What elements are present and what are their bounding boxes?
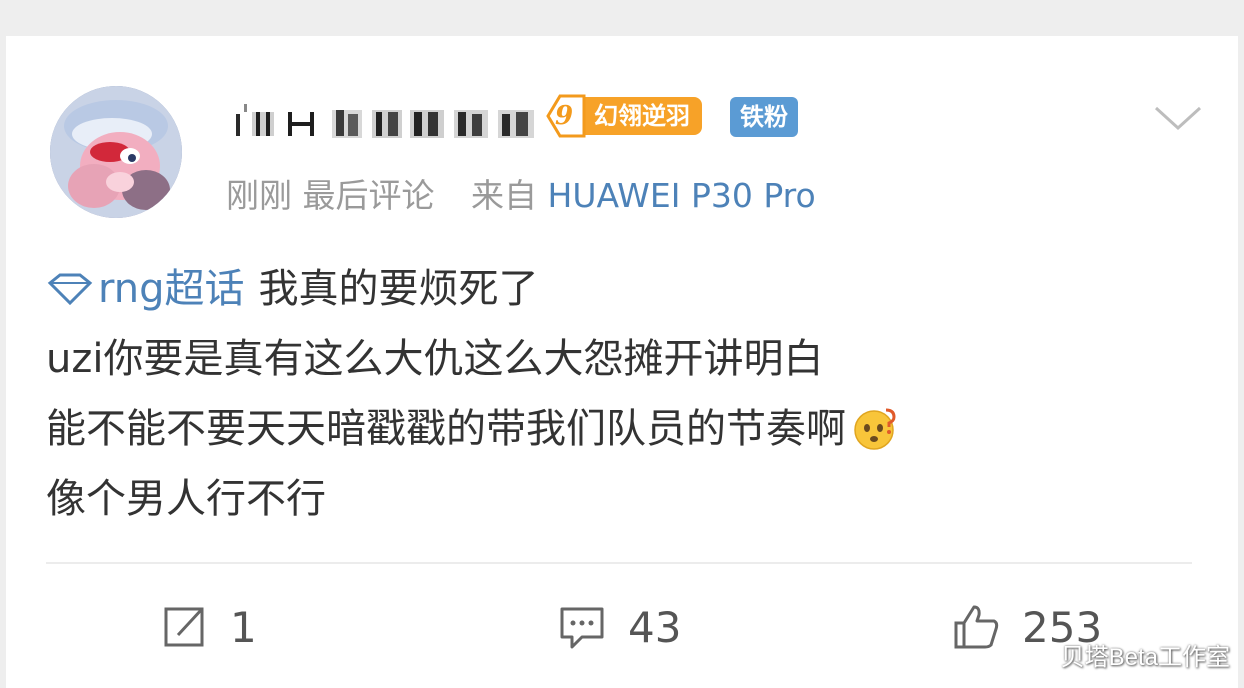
level-badge[interactable]: 9 幻翎逆羽 (544, 94, 702, 138)
content-line: uzi你要是真有这么大仇这么大怨摊开讲明白 (46, 324, 1216, 394)
level-badge-name: 幻翎逆羽 (584, 97, 702, 135)
repost-button[interactable]: 1 (158, 592, 257, 662)
watermark: 贝塔Beta工作室 (1060, 644, 1230, 671)
post-content: rng超话 我真的要烦死了 uzi你要是真有这么大仇这么大怨摊开讲明白 能不能不… (46, 254, 1216, 534)
content-line: 能不能不要天天暗戳戳的带我们队员的节奏啊 (46, 394, 1216, 464)
content-text: 我真的要烦死了 (258, 266, 539, 312)
post-activity: 最后评论 (302, 176, 435, 215)
fan-badge[interactable]: 铁粉 (730, 97, 798, 137)
content-text: uzi你要是真有这么大仇这么大怨摊开讲明白 (46, 336, 824, 382)
source-prefix: 来自 (471, 176, 537, 215)
super-topic-diamond-icon (47, 273, 93, 306)
repost-icon (164, 607, 204, 647)
content-text: 能不能不要天天暗戳戳的带我们队员的节奏啊 (46, 406, 846, 452)
thumbs-up-icon (954, 605, 999, 649)
comment-button[interactable]: 43 (556, 592, 681, 662)
content-line: 像个男人行不行 (46, 464, 1216, 534)
post-time: 刚刚 (226, 176, 292, 215)
username-redacted[interactable] (232, 94, 542, 144)
repost-count: 1 (230, 602, 257, 652)
level-icon: 9 (544, 94, 590, 138)
thinking-face-emoji-icon (854, 408, 896, 450)
post-meta: 刚刚 最后评论 来自 HUAWEI P30 Pro (226, 174, 816, 218)
avatar[interactable] (50, 86, 182, 218)
comment-icon (560, 607, 604, 649)
content-line: rng超话 我真的要烦死了 (46, 254, 1216, 324)
level-number: 9 (554, 101, 574, 131)
action-bar: 1 43 253 (6, 592, 1238, 662)
comment-count: 43 (628, 602, 682, 652)
topic-label: rng超话 (98, 266, 245, 312)
content-text: 像个男人行不行 (46, 476, 326, 522)
device-link[interactable]: HUAWEI P30 Pro (548, 176, 816, 215)
divider (46, 562, 1192, 564)
chevron-down-icon[interactable] (1152, 102, 1204, 134)
weibo-post-card: 9 幻翎逆羽 铁粉 刚刚 最后评论 来自 HUAWEI P30 Pro rng超… (6, 36, 1238, 688)
topic-link[interactable]: rng超话 (46, 254, 244, 324)
